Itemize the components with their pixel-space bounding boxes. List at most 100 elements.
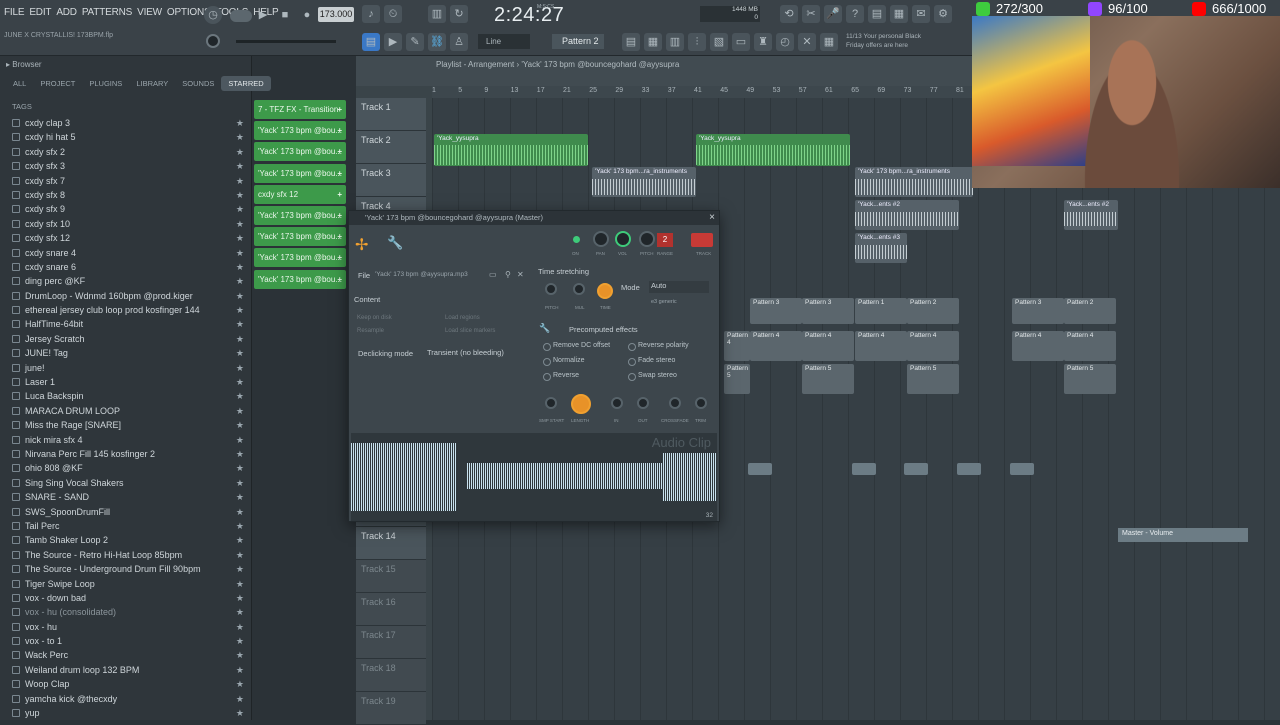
pattern-clip[interactable]: Pattern 5 xyxy=(1064,364,1116,394)
pattern-clip[interactable]: Pattern 4 xyxy=(724,331,750,361)
declicking-select[interactable]: Transient (no bleeding) xyxy=(427,348,525,357)
browser-item[interactable]: ohio 808 @KF ★ xyxy=(0,461,252,475)
pin-icon[interactable]: ⚲ xyxy=(505,270,511,279)
star-icon[interactable]: ★ xyxy=(236,188,244,202)
browser-item[interactable]: ethereal jersey club loop prod kosfinger… xyxy=(0,303,252,317)
swap-stereo-radio[interactable]: Swap stereo xyxy=(628,372,677,381)
master-pitch-slider[interactable] xyxy=(236,40,336,43)
tempo-display[interactable]: 173.000 xyxy=(318,7,354,22)
star-icon[interactable]: ★ xyxy=(236,577,244,591)
channel-rack-icon[interactable]: ▦ xyxy=(644,33,662,51)
wrench-icon[interactable]: 🔧 xyxy=(387,235,403,251)
in-knob[interactable] xyxy=(611,397,623,409)
add-icon[interactable]: + xyxy=(337,121,342,140)
star-icon[interactable]: ★ xyxy=(236,548,244,562)
pattern-select[interactable]: Pattern 2 xyxy=(552,34,604,49)
browser-item[interactable]: vox - hu (consolidated) ★ xyxy=(0,605,252,619)
menu-view[interactable]: VIEW xyxy=(137,7,162,18)
star-icon[interactable]: ★ xyxy=(236,605,244,619)
clip-icon[interactable]: ✕ xyxy=(798,33,816,51)
star-icon[interactable]: ★ xyxy=(236,648,244,662)
star-icon[interactable]: ★ xyxy=(236,490,244,504)
pitch-knob[interactable] xyxy=(639,231,655,247)
track-header[interactable]: Track 16 xyxy=(356,593,426,626)
star-icon[interactable]: ★ xyxy=(236,562,244,576)
channel-button[interactable]: 'Yack' 173 bpm @bou... + xyxy=(254,205,346,225)
wait-icon[interactable]: ⏲ xyxy=(384,5,402,23)
automation-clip[interactable] xyxy=(904,463,928,475)
star-icon[interactable]: ★ xyxy=(236,447,244,461)
tags-header[interactable]: TAGS xyxy=(12,102,32,111)
browser-item[interactable]: Tail Perc ★ xyxy=(0,519,252,533)
menu-add[interactable]: ADD xyxy=(56,7,77,18)
add-icon[interactable]: + xyxy=(337,227,342,246)
resample-option[interactable]: Resample xyxy=(357,328,384,334)
tab-all[interactable]: ALL xyxy=(6,76,33,91)
track-header[interactable]: Track 19 xyxy=(356,692,426,725)
browser-item[interactable]: Jersey Scratch ★ xyxy=(0,332,252,346)
master-volume-automation[interactable]: Master - Volume xyxy=(1118,528,1248,542)
star-icon[interactable]: ★ xyxy=(236,174,244,188)
add-icon[interactable]: + xyxy=(337,206,342,225)
star-icon[interactable]: ★ xyxy=(236,332,244,346)
undo-icon[interactable]: ⟲ xyxy=(780,5,798,23)
zoom-readout[interactable]: 32 xyxy=(706,512,713,519)
star-icon[interactable]: ★ xyxy=(236,361,244,375)
star-icon[interactable]: ★ xyxy=(236,231,244,245)
paint-icon[interactable]: ✎ xyxy=(406,33,424,51)
star-icon[interactable]: ★ xyxy=(236,274,244,288)
track-header[interactable]: Track 14 xyxy=(356,527,426,560)
browser-icon[interactable]: ▦ xyxy=(890,5,908,23)
trim-knob[interactable] xyxy=(695,397,707,409)
star-icon[interactable]: ★ xyxy=(236,418,244,432)
channel-button[interactable]: 'Yack' 173 bpm @bou... + xyxy=(254,227,346,247)
channel-button[interactable]: 'Yack' 173 bpm @bou... + xyxy=(254,269,346,289)
normalize-radio[interactable]: Normalize xyxy=(543,357,585,366)
browser-item[interactable]: HalfTime-64bit ★ xyxy=(0,317,252,331)
audio-clip[interactable]: 'Yack...ents #3 xyxy=(855,233,907,263)
folder-icon[interactable]: ▭ xyxy=(489,270,497,279)
track-header[interactable]: Track 15 xyxy=(356,560,426,593)
star-icon[interactable]: ★ xyxy=(236,130,244,144)
browser-item[interactable]: cxdy sfx 10 ★ xyxy=(0,217,252,231)
menu-file[interactable]: FILE xyxy=(4,7,25,18)
plugin-icon[interactable]: ♜ xyxy=(754,33,772,51)
star-icon[interactable]: ★ xyxy=(236,375,244,389)
stop-button[interactable]: ■ xyxy=(276,6,294,24)
star-icon[interactable]: ★ xyxy=(236,404,244,418)
browser-item[interactable]: Nirvana Perc Fill 145 kosfinger 2 ★ xyxy=(0,447,252,461)
tab-project[interactable]: PROJECT xyxy=(33,76,82,91)
pattern-clip[interactable]: Pattern 3 xyxy=(802,298,854,324)
tab-sounds[interactable]: SOUNDS xyxy=(175,76,221,91)
browser-item[interactable]: cxdy sfx 3 ★ xyxy=(0,159,252,173)
mix-icon[interactable]: ▦ xyxy=(820,33,838,51)
channel-button[interactable]: 'Yack' 173 bpm @bou... + xyxy=(254,121,346,141)
browser-item[interactable]: Woop Clap ★ xyxy=(0,677,252,691)
star-icon[interactable]: ★ xyxy=(236,217,244,231)
browser-item[interactable]: Tamb Shaker Loop 2 ★ xyxy=(0,533,252,547)
add-icon[interactable]: + xyxy=(337,185,342,204)
pattern-clip[interactable]: Pattern 4 xyxy=(802,331,854,361)
star-icon[interactable]: ★ xyxy=(236,202,244,216)
browser-item[interactable]: cxdy sfx 8 ★ xyxy=(0,188,252,202)
star-icon[interactable]: ★ xyxy=(236,346,244,360)
browser-item[interactable]: SWS_SpoonDrumFill ★ xyxy=(0,505,252,519)
pattern-clip[interactable]: Pattern 4 xyxy=(750,331,802,361)
star-icon[interactable]: ★ xyxy=(236,145,244,159)
pattern-clip[interactable]: Pattern 5 xyxy=(802,364,854,394)
waveform-display[interactable]: Audio Clip 32 xyxy=(351,433,717,521)
star-icon[interactable]: ★ xyxy=(236,317,244,331)
browser-item[interactable]: cxdy clap 3 ★ xyxy=(0,116,252,130)
star-icon[interactable]: ★ xyxy=(236,505,244,519)
star-icon[interactable]: ★ xyxy=(236,461,244,475)
channel-button[interactable]: 'Yack' 173 bpm @bou... + xyxy=(254,248,346,268)
audio-clip[interactable]: 'Yack...ents #2 xyxy=(855,200,959,230)
playlist-icon[interactable]: ▤ xyxy=(622,33,640,51)
pattern-clip[interactable]: Pattern 3 xyxy=(750,298,802,324)
star-icon[interactable]: ★ xyxy=(236,677,244,691)
automation-clip[interactable] xyxy=(748,463,772,475)
file-name[interactable]: 'Yack' 173 bpm @ayysupra.mp3 xyxy=(375,271,485,278)
tools-icon[interactable]: ✂ xyxy=(802,5,820,23)
browser-item[interactable]: Wack Perc ★ xyxy=(0,648,252,662)
browser-item[interactable]: Laser 1 ★ xyxy=(0,375,252,389)
